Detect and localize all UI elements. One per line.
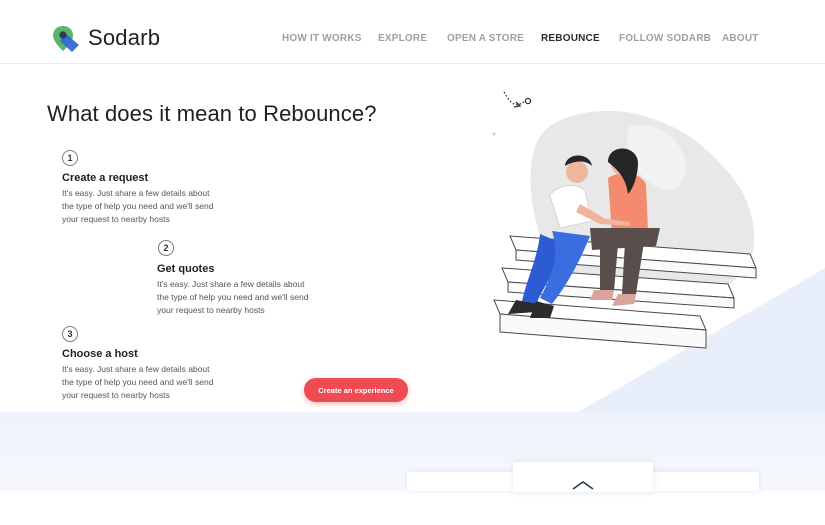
page-title: What does it mean to Rebounce? [47,101,377,126]
dotted-arrow-icon [492,91,532,136]
step-description-3: It's easy. Just share a few details abou… [62,364,214,400]
page-bottom [0,491,825,525]
people-on-stairs-illustration [492,91,757,349]
info-card-front [513,462,653,492]
step-title-1: Create a request [62,172,149,184]
step-number-3: 3 [62,326,78,342]
step-description-2: It's easy. Just share a few details abou… [157,279,309,315]
step-number-2: 2 [158,240,174,256]
chevron-up-icon[interactable] [571,480,595,490]
step-title-3: Choose a host [62,348,138,360]
step-number-1: 1 [62,150,78,166]
create-experience-button[interactable]: Create an experience [304,378,408,402]
step-description-1: It's easy. Just share a few details abou… [62,188,214,224]
step-title-2: Get quotes [157,263,215,275]
